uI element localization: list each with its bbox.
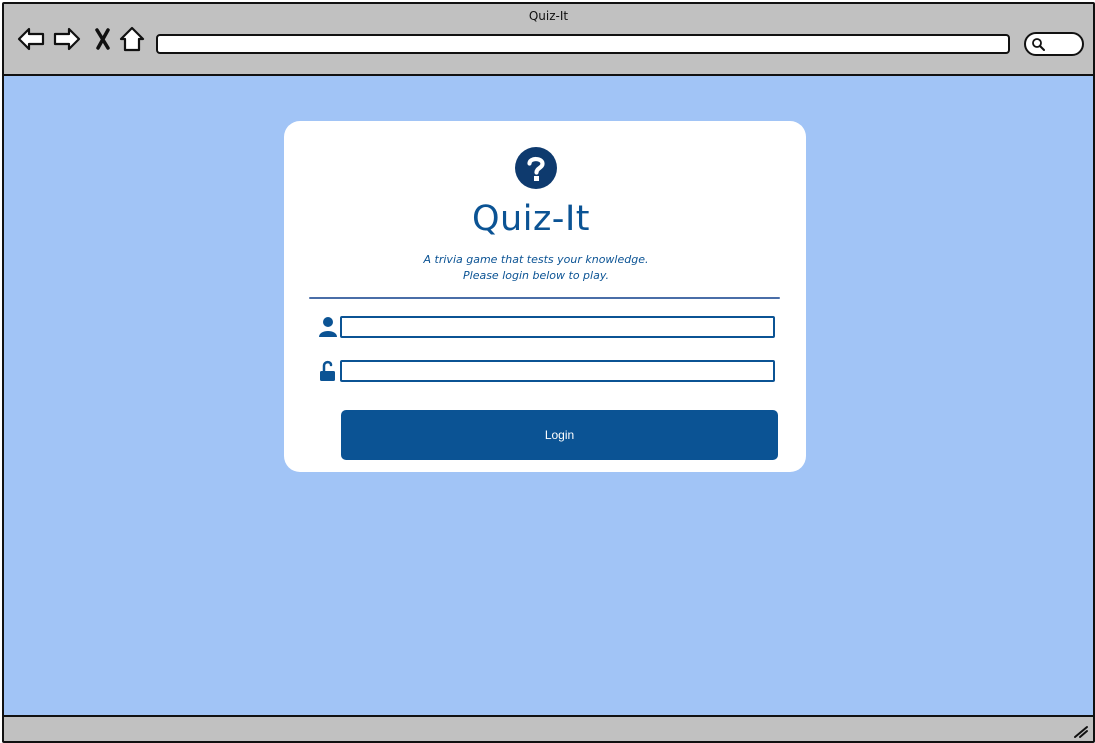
password-input[interactable] bbox=[340, 360, 775, 382]
tagline: A trivia game that tests your knowledge.… bbox=[284, 252, 788, 284]
user-icon bbox=[319, 317, 337, 337]
resize-handle-icon[interactable] bbox=[1073, 723, 1089, 739]
login-card: Quiz-It A trivia game that tests your kn… bbox=[284, 121, 806, 472]
back-arrow-icon[interactable] bbox=[16, 24, 46, 54]
unlock-icon bbox=[320, 360, 335, 381]
app-title: Quiz-It bbox=[471, 199, 590, 239]
question-circle-icon bbox=[515, 147, 557, 189]
search-icon bbox=[1032, 38, 1045, 51]
home-icon[interactable] bbox=[117, 24, 147, 54]
username-input[interactable] bbox=[340, 316, 775, 338]
forward-arrow-icon[interactable] bbox=[52, 24, 82, 54]
close-x-icon[interactable] bbox=[90, 24, 120, 54]
address-bar[interactable] bbox=[156, 34, 1010, 54]
browser-toolbar: Quiz-It bbox=[4, 4, 1093, 76]
tagline-line-1: A trivia game that tests your knowledge. bbox=[423, 253, 649, 266]
login-button[interactable]: Login bbox=[341, 410, 778, 460]
divider bbox=[309, 297, 780, 299]
status-bar bbox=[4, 715, 1093, 741]
browser-window: Quiz-It Quiz-It A trivia game that tests… bbox=[2, 2, 1095, 743]
browser-search-box[interactable] bbox=[1024, 32, 1084, 56]
tagline-line-2: Please login below to play. bbox=[463, 269, 609, 282]
window-title: Quiz-It bbox=[528, 9, 569, 23]
